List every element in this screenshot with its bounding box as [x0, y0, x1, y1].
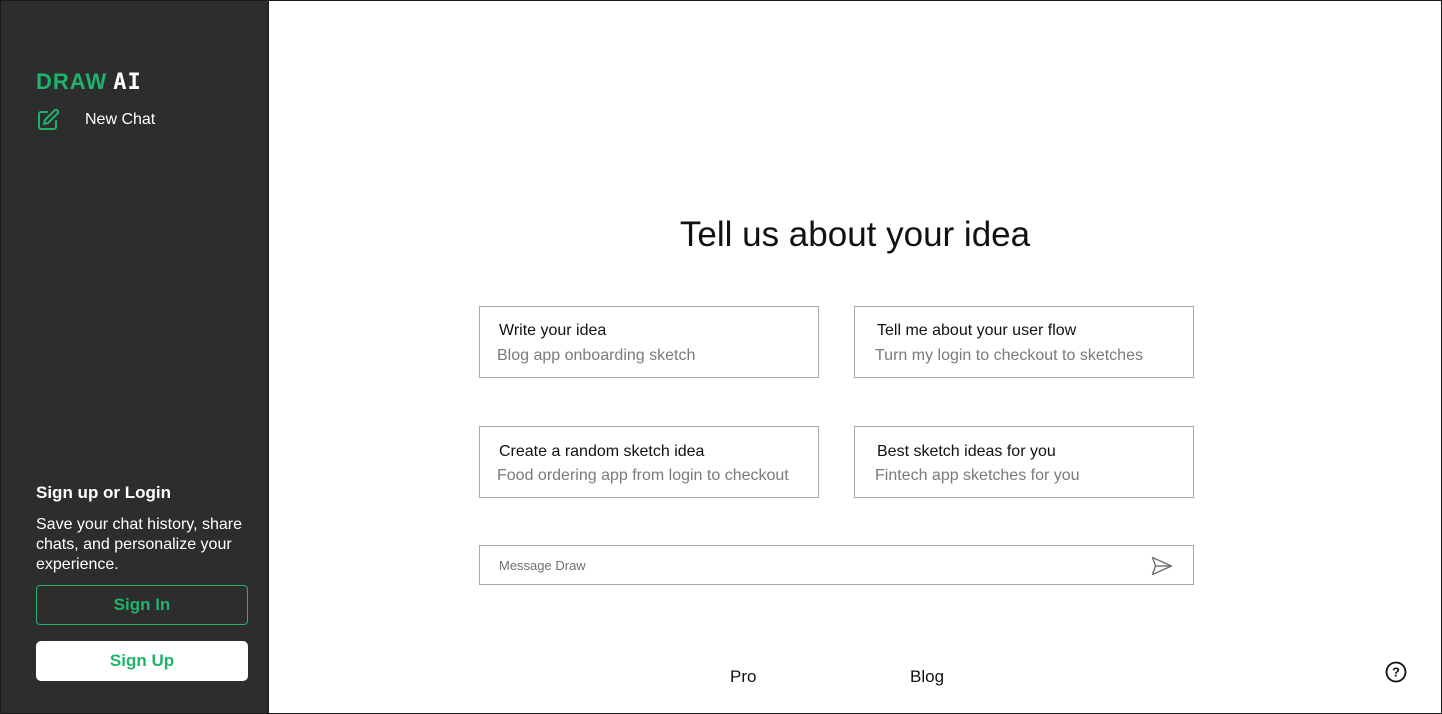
send-icon[interactable] — [1151, 556, 1173, 576]
message-input[interactable] — [499, 546, 1139, 584]
pro-link[interactable]: Pro — [730, 667, 756, 687]
suggestion-card-random-idea[interactable]: Create a random sketch idea Food orderin… — [479, 426, 819, 498]
new-chat-label: New Chat — [85, 111, 156, 128]
page-title: Tell us about your idea — [679, 215, 1031, 254]
sidebar: DRAW AI New Chat Sign up or Login Save yo… — [1, 1, 269, 713]
card-subtitle: Turn my login to checkout to sketches — [875, 347, 1143, 364]
logo: DRAW AI — [36, 69, 142, 95]
blog-link[interactable]: Blog — [910, 667, 944, 687]
app-window: DRAW AI New Chat Sign up or Login Save yo… — [0, 0, 1442, 714]
card-title: Best sketch ideas for you — [877, 443, 1056, 460]
message-bar — [479, 545, 1194, 585]
svg-text:?: ? — [1392, 665, 1400, 680]
signup-title: Sign up or Login — [36, 483, 172, 502]
help-icon[interactable]: ? — [1385, 661, 1407, 683]
card-title: Tell me about your user flow — [877, 322, 1077, 339]
card-subtitle: Food ordering app from login to checkout — [497, 467, 789, 484]
sign-in-button[interactable]: Sign In — [36, 585, 248, 625]
suggestion-card-write-idea[interactable]: Write your idea Blog app onboarding sket… — [479, 306, 819, 378]
card-subtitle: Blog app onboarding sketch — [497, 347, 696, 364]
card-subtitle: Fintech app sketches for you — [875, 467, 1080, 484]
suggestion-card-user-flow[interactable]: Tell me about your user flow Turn my log… — [854, 306, 1194, 378]
new-chat-button[interactable]: New Chat — [36, 108, 155, 132]
card-title: Write your idea — [499, 322, 607, 339]
logo-secondary: AI — [113, 70, 142, 95]
card-title: Create a random sketch idea — [499, 443, 705, 460]
sign-up-button[interactable]: Sign Up — [36, 641, 248, 681]
suggestion-card-best-ideas[interactable]: Best sketch ideas for you Fintech app sk… — [854, 426, 1194, 498]
edit-icon — [38, 108, 60, 130]
signup-description: Save your chat history, share chats, and… — [36, 516, 243, 573]
logo-primary: DRAW — [36, 69, 108, 94]
